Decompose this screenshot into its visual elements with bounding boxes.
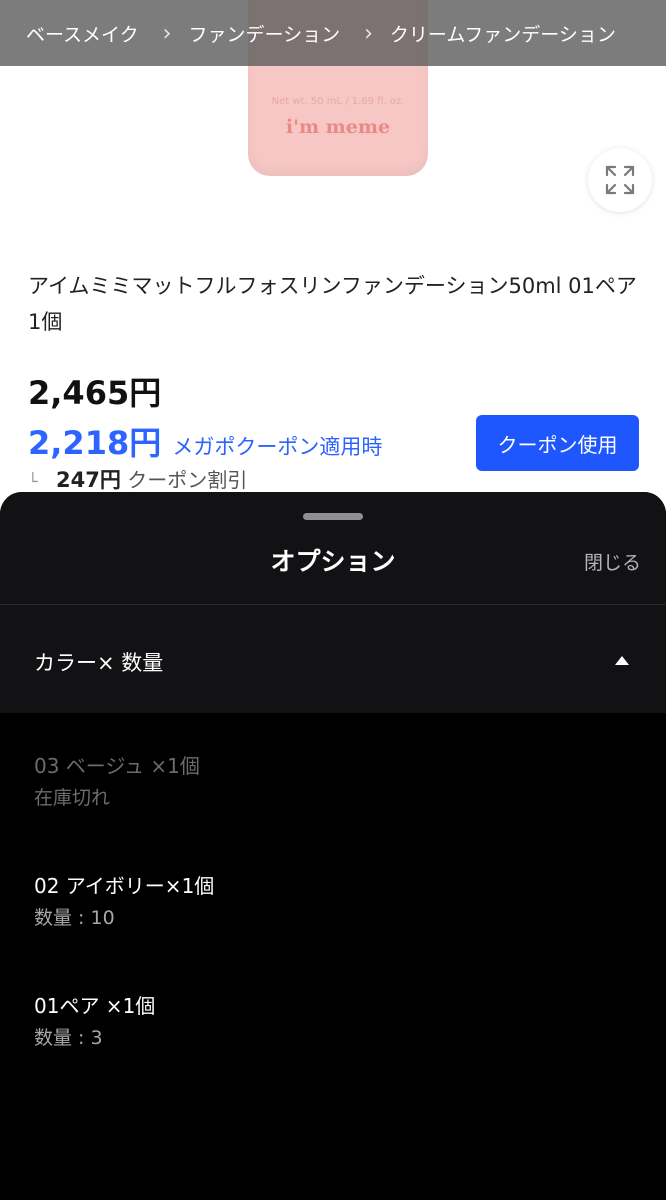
option-item-beige[interactable]: 03 ベージュ ×1個 在庫切れ <box>34 750 200 814</box>
option-name: 02 アイボリー×1個 <box>34 874 215 898</box>
bottle-net-label: Net wt. 50 mL / 1.69 fl. oz. <box>271 96 405 107</box>
chevron-right-icon: › <box>364 19 373 47</box>
product-price: 2,465円 <box>28 374 162 412</box>
bottle-brand-label: i'm meme <box>285 116 391 138</box>
coupon-note: メガポクーポン適用時 <box>172 435 383 459</box>
coupon-price: 2,218円 <box>28 424 162 462</box>
coupon-price-row: 2,218円 メガポクーポン適用時 <box>28 418 382 464</box>
option-item-pear[interactable]: 01ペア ×1個 数量 : 3 <box>34 990 155 1054</box>
discount-label: クーポン割引 <box>127 468 248 492</box>
product-title: アイムミミマットフルフォスリンファンデーション50ml 01ペア1個 <box>28 274 637 334</box>
breadcrumb-item-foundation[interactable]: ファンデーション <box>188 20 340 47</box>
corner-arrow-icon: └ <box>28 472 38 491</box>
sheet-title: オプション <box>270 547 396 576</box>
option-stock-status: 在庫切れ <box>34 787 111 809</box>
breadcrumb-item-cream-foundation[interactable]: クリームファンデーション <box>390 20 616 47</box>
coupon-discount-row: └ 247円 クーポン割引 <box>28 464 247 494</box>
caret-up-icon <box>615 656 629 665</box>
sheet-header: オプション 閉じる <box>0 492 666 605</box>
option-item-ivory[interactable]: 02 アイボリー×1個 数量 : 10 <box>34 870 214 934</box>
breadcrumb-item-base-makeup[interactable]: ベースメイク <box>26 20 139 47</box>
option-quantity: 数量 : 10 <box>34 907 115 929</box>
expand-icon <box>605 165 635 195</box>
use-coupon-button[interactable]: クーポン使用 <box>476 415 639 471</box>
option-name: 03 ベージュ ×1個 <box>34 754 200 778</box>
option-sheet: オプション 閉じる カラー× 数量 03 ベージュ ×1個 在庫切れ 02 アイ… <box>0 492 666 1200</box>
drag-handle[interactable] <box>303 513 363 520</box>
expand-image-button[interactable] <box>588 148 652 212</box>
breadcrumb: ベースメイク › ファンデーション › クリームファンデーション <box>0 0 666 66</box>
option-selector-label: カラー× 数量 <box>34 651 164 675</box>
option-name: 01ペア ×1個 <box>34 994 156 1018</box>
discount-amount: 247円 <box>56 468 121 492</box>
option-selector[interactable]: カラー× 数量 <box>0 605 666 713</box>
chevron-right-icon: › <box>162 19 172 47</box>
option-quantity: 数量 : 3 <box>34 1027 103 1049</box>
close-button[interactable]: 閉じる <box>584 548 641 575</box>
